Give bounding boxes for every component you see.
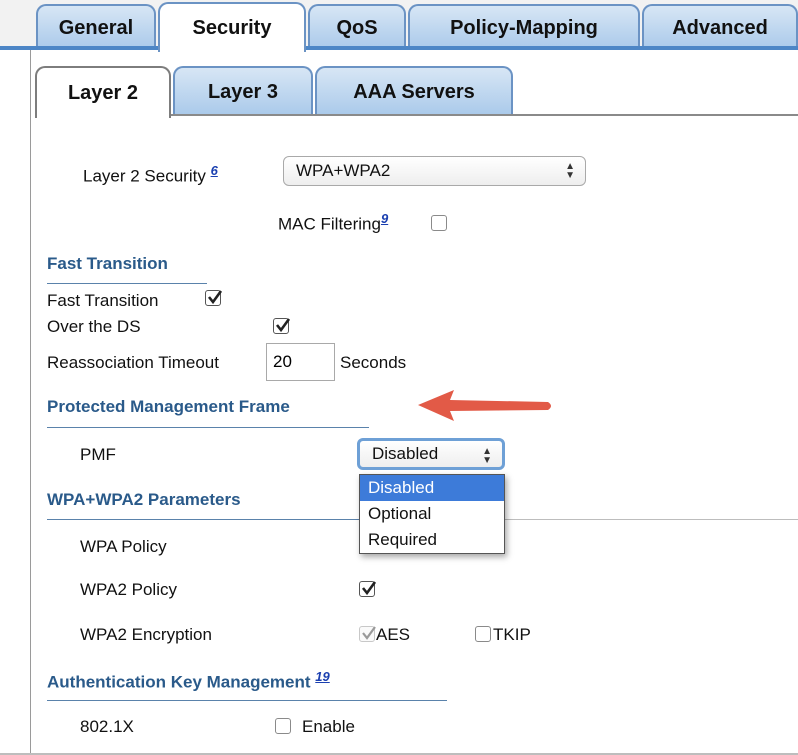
pmf-select[interactable]: Disabled ▲ ▼ <box>357 438 505 470</box>
wpa-parameters-heading: WPA+WPA2 Parameters <box>47 490 241 509</box>
divider <box>47 519 359 520</box>
fast-transition-checkbox[interactable] <box>205 290 223 306</box>
top-tab-bar: General Security QoS Policy-Mapping Adva… <box>0 0 798 52</box>
pmf-heading: Protected Management Frame <box>47 397 290 416</box>
subtab-aaa-servers[interactable]: AAA Servers <box>315 66 513 116</box>
mac-filtering-note-link[interactable]: 9 <box>381 211 388 226</box>
checkmark-icon <box>361 581 377 596</box>
wpa2-encryption-label: WPA2 Encryption <box>80 625 212 644</box>
pmf-option-required[interactable]: Required <box>360 527 504 553</box>
sub-tab-bar: Layer 2 Layer 3 AAA Servers <box>31 50 798 118</box>
subtab-layer2[interactable]: Layer 2 <box>35 66 171 118</box>
over-the-ds-checkbox[interactable] <box>273 318 291 334</box>
tab-security[interactable]: Security <box>158 2 306 52</box>
subtab-layer3[interactable]: Layer 3 <box>173 66 313 116</box>
layer2-security-value: WPA+WPA2 <box>296 161 391 180</box>
subtab-baseline <box>171 114 798 116</box>
reassociation-timeout-unit: Seconds <box>340 353 407 372</box>
wpa2-policy-checkbox[interactable] <box>359 581 377 597</box>
mac-filtering-label: MAC Filtering9 <box>278 211 389 234</box>
pmf-option-optional[interactable]: Optional <box>360 501 504 527</box>
red-pointer-arrow-icon <box>418 390 551 421</box>
dot1x-enable-label: Enable <box>302 717 355 736</box>
akm-heading: Authentication Key Management 19 <box>47 669 330 692</box>
tab-advanced[interactable]: Advanced <box>642 4 798 50</box>
layer2-security-label: Layer 2 Security 6 <box>83 163 218 186</box>
mac-filtering-checkbox[interactable] <box>431 215 447 231</box>
up-down-chevron-icon: ▲ ▼ <box>565 161 575 181</box>
layer2-security-select[interactable]: WPA+WPA2 ▲ ▼ <box>283 156 586 186</box>
over-the-ds-label: Over the DS <box>47 317 141 336</box>
divider <box>47 283 207 284</box>
akm-note-link[interactable]: 19 <box>315 669 329 684</box>
aes-checkbox[interactable] <box>359 626 376 642</box>
pmf-dropdown-list[interactable]: Disabled Optional Required <box>359 474 505 554</box>
reassociation-timeout-label: Reassociation Timeout <box>47 353 219 372</box>
divider <box>505 519 798 520</box>
pmf-label: PMF <box>80 445 116 464</box>
tab-general[interactable]: General <box>36 4 156 50</box>
pmf-option-disabled[interactable]: Disabled <box>360 475 504 501</box>
wpa2-policy-label: WPA2 Policy <box>80 580 177 599</box>
tkip-label: TKIP <box>493 625 531 644</box>
reassociation-timeout-input[interactable] <box>266 343 335 381</box>
aes-label: AES <box>376 625 411 644</box>
checkmark-icon <box>275 318 291 333</box>
layer2-security-note-link[interactable]: 6 <box>211 163 218 178</box>
dot1x-label: 802.1X <box>80 717 134 736</box>
fast-transition-heading: Fast Transition <box>47 254 168 273</box>
divider <box>47 700 447 701</box>
up-down-chevron-icon: ▲ ▼ <box>482 446 492 466</box>
tkip-checkbox[interactable] <box>475 626 491 642</box>
checkmark-icon <box>207 290 223 305</box>
divider <box>47 427 369 428</box>
tab-policy-mapping[interactable]: Policy-Mapping <box>408 4 640 50</box>
pmf-select-value: Disabled <box>372 444 439 463</box>
dot1x-enable-checkbox[interactable] <box>275 718 291 734</box>
wpa-policy-label: WPA Policy <box>80 537 167 556</box>
fast-transition-label: Fast Transition <box>47 291 159 310</box>
tab-qos[interactable]: QoS <box>308 4 406 50</box>
